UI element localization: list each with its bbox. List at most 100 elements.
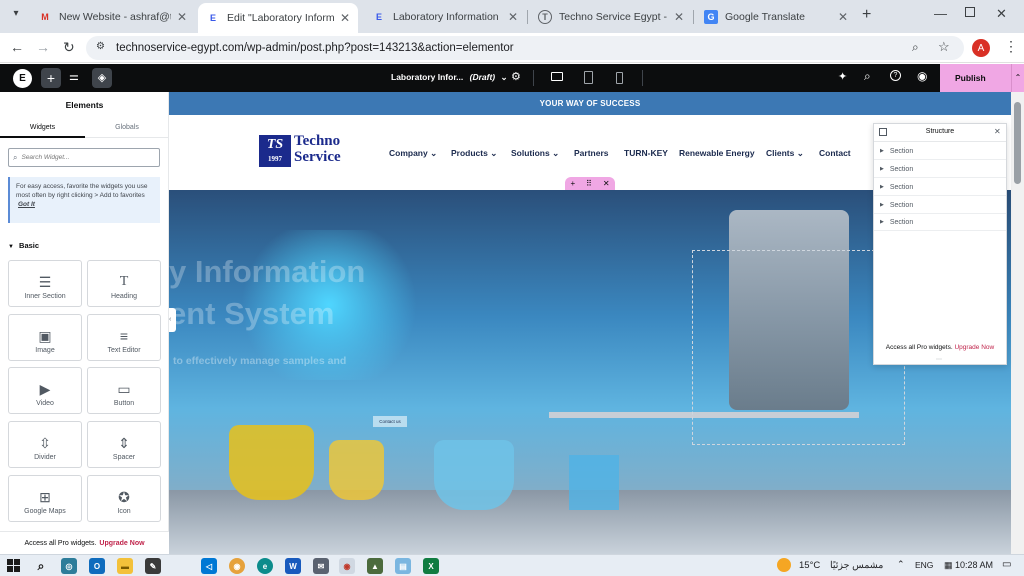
widget-text-editor[interactable]: ≡ Text Editor — [87, 314, 161, 361]
widget-inner-section[interactable]: ☰ Inner Section — [8, 260, 82, 307]
caret-right-icon[interactable]: ▶ — [880, 148, 884, 154]
nav-company[interactable]: Company ⌄ — [389, 148, 437, 159]
notifications-icon[interactable]: ✦ — [838, 70, 847, 83]
caret-right-icon[interactable]: ▶ — [880, 184, 884, 190]
widget-spacer[interactable]: ⇕ Spacer — [87, 421, 161, 468]
finder-search-icon[interactable]: ⌕ — [864, 69, 871, 84]
close-icon[interactable]: ✕ — [340, 11, 350, 25]
url-text[interactable]: technoservice-egypt.com/wp-admin/post.ph… — [116, 42, 514, 54]
nav-partners[interactable]: Partners — [574, 148, 609, 158]
file-explorer-icon[interactable]: ▬ — [117, 558, 133, 574]
add-element-button[interactable]: + — [41, 68, 61, 88]
bookmark-star-icon[interactable]: ☆ — [938, 39, 950, 55]
tab-google-translate[interactable]: G Google Translate ✕ — [696, 4, 856, 29]
tab-globals[interactable]: Globals — [85, 118, 169, 138]
nav-contact[interactable]: Contact — [819, 148, 851, 158]
search-icon[interactable]: ⌕ — [33, 558, 49, 574]
caret-right-icon[interactable]: ▶ — [880, 202, 884, 208]
zoom-icon[interactable]: ⌕ — [912, 40, 919, 55]
add-section-icon[interactable]: + — [570, 179, 575, 188]
category-basic[interactable]: ▼ Basic — [8, 241, 39, 250]
hero-heading-line1[interactable]: y Information — [169, 254, 365, 290]
temperature[interactable]: 15°C — [799, 560, 820, 571]
pen-app-icon[interactable]: ✎ — [145, 558, 161, 574]
widget-heading[interactable]: T Heading — [87, 260, 161, 307]
tab-search-button[interactable]: ▾ — [8, 8, 24, 24]
scrollbar[interactable] — [1011, 92, 1024, 554]
site-settings-icon[interactable]: ⚌ — [69, 70, 79, 83]
nav-products[interactable]: Products ⌄ — [451, 148, 497, 159]
site-logo[interactable]: TS 1997 Techno Service — [259, 133, 357, 167]
widget-divider[interactable]: ⇳ Divider — [8, 421, 82, 468]
widget-video[interactable]: ▶ Video — [8, 367, 82, 414]
clock[interactable]: 10:28 AM — [943, 560, 993, 570]
structure-row[interactable]: ▶ Section — [874, 143, 1006, 160]
back-icon[interactable]: ← — [10, 39, 24, 55]
close-icon[interactable]: ✕ — [508, 10, 518, 24]
avatar[interactable]: A — [972, 39, 990, 57]
preview-eye-icon[interactable]: ◉ — [917, 69, 927, 83]
address-bar[interactable]: ⚙ technoservice-egypt.com/wp-admin/post.… — [86, 36, 964, 60]
hero-heading-line2[interactable]: ent System — [169, 296, 334, 332]
site-info-icon[interactable]: ⚙ — [96, 41, 105, 52]
close-icon[interactable]: ✕ — [838, 10, 848, 24]
section-handle[interactable]: + ⠿ ✕ — [565, 177, 615, 190]
hero-contact-button[interactable]: Contact us — [373, 416, 407, 427]
got-it-link[interactable]: Got It — [18, 201, 35, 208]
desktop-icon[interactable] — [551, 72, 563, 81]
structure-row[interactable]: ▶ Section — [874, 214, 1006, 231]
outlook-icon[interactable]: O — [89, 558, 105, 574]
tab-edit-laboratory[interactable]: E Edit "Laboratory Information ✕ — [198, 3, 358, 33]
tablet-icon[interactable] — [584, 71, 593, 84]
collapse-panel-handle[interactable]: ‹ — [169, 308, 176, 332]
widget-button[interactable]: ▭ Button — [87, 367, 161, 414]
notepad-icon[interactable]: ▤ — [395, 558, 411, 574]
menu-dots-icon[interactable]: ⋮ — [1004, 38, 1018, 55]
nav-renewable-energy[interactable]: Renewable Energy — [679, 148, 755, 158]
close-icon[interactable]: ✕ — [177, 10, 187, 24]
reload-icon[interactable]: ↻ — [63, 39, 75, 56]
search-input[interactable] — [21, 154, 152, 161]
mobile-icon[interactable] — [616, 72, 623, 84]
publish-options-chevron[interactable]: ⌃ — [1011, 64, 1024, 92]
widget-search-field[interactable]: ⌕ — [8, 148, 160, 167]
hero-subtext[interactable]: to effectively manage samples and — [173, 355, 346, 367]
close-icon[interactable]: ✕ — [674, 10, 684, 24]
notification-icon[interactable]: ▭ — [1002, 559, 1011, 570]
app-icon[interactable]: ▲ — [367, 558, 383, 574]
tab-techno-service[interactable]: T Techno Service Egypt - Auto ✕ — [530, 4, 692, 29]
chrome-icon[interactable]: ◉ — [229, 558, 245, 574]
weather-text[interactable]: مشمس جزئيًا — [830, 560, 883, 571]
app-icon[interactable]: ◎ — [61, 558, 77, 574]
language-indicator[interactable]: ENG — [915, 560, 933, 570]
upgrade-now-link[interactable]: Upgrade Now — [954, 344, 994, 351]
mail-icon[interactable]: ✉ — [313, 558, 329, 574]
help-icon[interactable]: ? — [890, 70, 901, 81]
caret-right-icon[interactable]: ▶ — [880, 219, 884, 225]
widget-google-maps[interactable]: ⊞ Google Maps — [8, 475, 82, 522]
windows-start-icon[interactable] — [7, 559, 20, 572]
widget-icon[interactable]: ✪ Icon — [87, 475, 161, 522]
tab-widgets[interactable]: Widgets — [0, 118, 85, 138]
minimize-button[interactable]: — — [934, 6, 947, 21]
vscode-icon[interactable]: ◁ — [201, 558, 217, 574]
restore-button[interactable] — [965, 7, 975, 17]
nav-solutions[interactable]: Solutions ⌄ — [511, 148, 559, 159]
new-tab-button[interactable]: + — [862, 6, 871, 24]
resize-handle-icon[interactable]: ⋯ — [936, 356, 942, 363]
upgrade-now-link[interactable]: Upgrade Now — [99, 540, 144, 547]
structure-row[interactable]: ▶ Section — [874, 179, 1006, 196]
excel-icon[interactable]: X — [423, 558, 439, 574]
caret-right-icon[interactable]: ▶ — [880, 166, 884, 172]
word-icon[interactable]: W — [285, 558, 301, 574]
widget-image[interactable]: ▣ Image — [8, 314, 82, 361]
scrollbar-thumb[interactable] — [1014, 102, 1021, 184]
chevron-up-icon[interactable]: ⌃ — [897, 559, 905, 570]
close-icon[interactable]: ✕ — [994, 127, 1001, 136]
publish-button[interactable]: Publish — [940, 64, 1011, 92]
elementor-logo-icon[interactable]: E — [13, 69, 32, 88]
chrome-active-icon[interactable]: ◉ — [339, 558, 355, 574]
structure-row[interactable]: ▶ Section — [874, 161, 1006, 178]
delete-section-icon[interactable]: ✕ — [603, 179, 610, 188]
structure-header[interactable]: Structure ✕ — [874, 124, 1006, 142]
